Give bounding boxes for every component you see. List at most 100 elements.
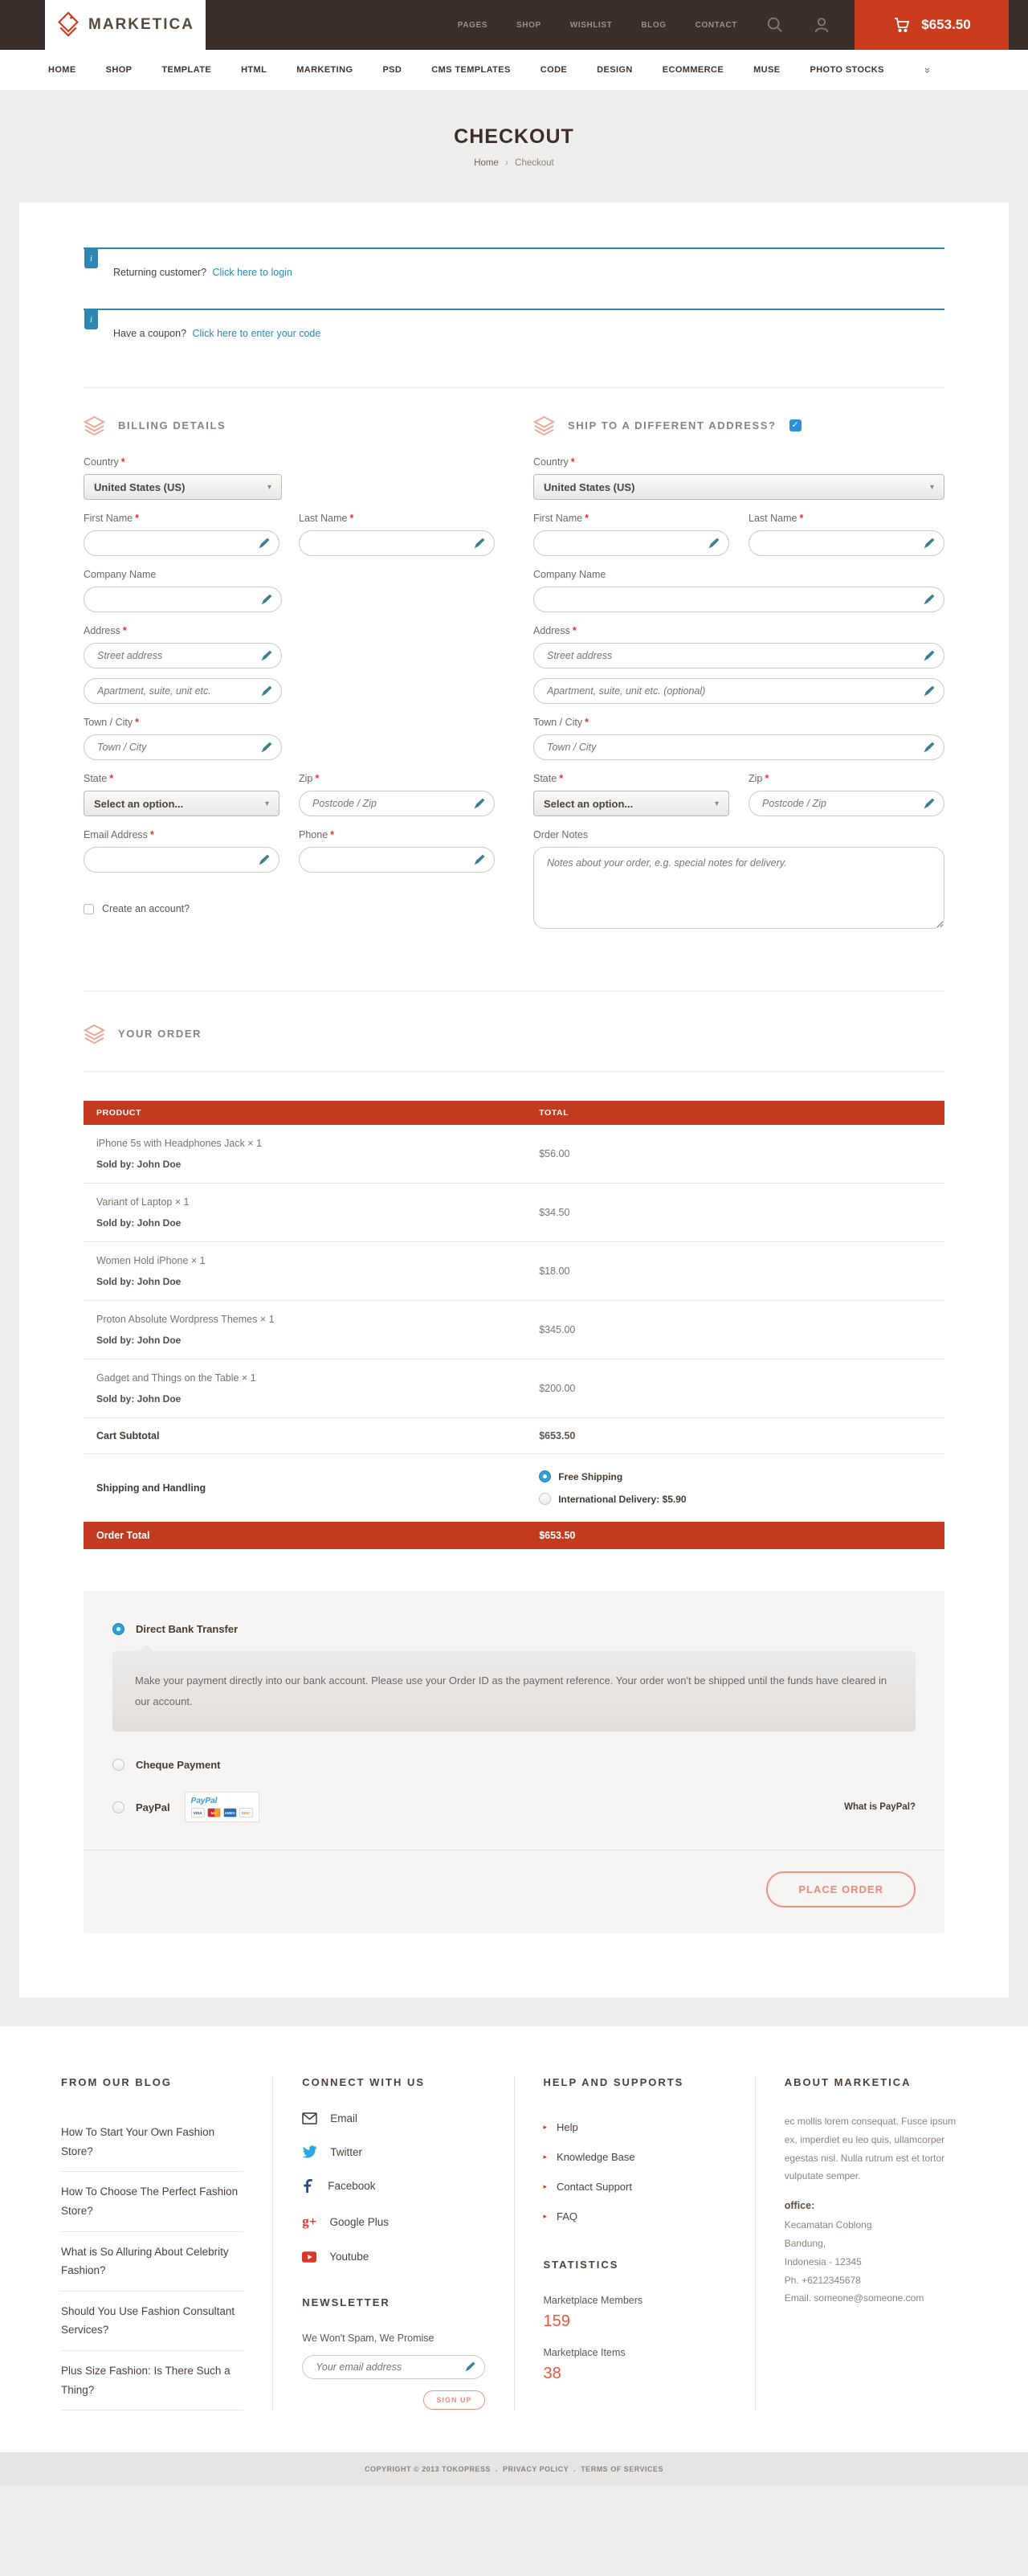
ship-different-heading: SHIP TO A DIFFERENT ADDRESS?: [568, 419, 777, 431]
shipping-last-name-input[interactable]: [749, 530, 944, 556]
main-nav-design[interactable]: DESIGN: [597, 65, 633, 75]
cart-button[interactable]: $653.50: [855, 0, 1009, 50]
shipping-country-select[interactable]: United States (US) ▾: [533, 474, 944, 500]
main-nav-marketing[interactable]: MARKETING: [296, 65, 353, 75]
social-googleplus-link[interactable]: g+ Google Plus: [302, 2214, 484, 2230]
stat-value: 159: [544, 2312, 726, 2331]
newsletter-email-input[interactable]: [302, 2355, 484, 2379]
main-nav-template[interactable]: TEMPLATE: [161, 65, 211, 75]
main-nav: HOME SHOP TEMPLATE HTML MARKETING PSD CM…: [0, 50, 1028, 90]
top-nav-contact[interactable]: CONTACT: [696, 21, 737, 30]
billing-phone-input[interactable]: [299, 847, 495, 873]
social-twitter-link[interactable]: Twitter: [302, 2145, 484, 2158]
pen-icon: [923, 537, 936, 550]
billing-apartment-input[interactable]: [84, 678, 282, 704]
what-is-paypal-link[interactable]: What is PayPal?: [844, 1802, 916, 1812]
main-nav-muse[interactable]: MUSE: [753, 65, 780, 75]
page-hero: CHECKOUT Home › Checkout: [0, 90, 1028, 202]
user-icon[interactable]: [813, 16, 830, 34]
main-nav-code[interactable]: CODE: [541, 65, 567, 75]
shipping-town-input[interactable]: [533, 734, 944, 760]
place-order-button[interactable]: PLACE ORDER: [766, 1871, 916, 1907]
main-nav-psd[interactable]: PSD: [382, 65, 402, 75]
product-name[interactable]: Women Hold iPhone × 1: [96, 1255, 539, 1266]
billing-column: BILLING DETAILS Country* United States (…: [84, 388, 495, 946]
product-name[interactable]: Gadget and Things on the Table × 1: [96, 1372, 539, 1384]
product-name[interactable]: iPhone 5s with Headphones Jack × 1: [96, 1138, 539, 1149]
main-nav-html[interactable]: HTML: [241, 65, 267, 75]
about-text: ec mollis lorem consequat. Fusce ipsum e…: [785, 2112, 967, 2186]
column-product: PRODUCT: [96, 1108, 539, 1118]
billing-company-input[interactable]: [84, 587, 282, 612]
help-link[interactable]: ▸Help: [544, 2112, 726, 2142]
main-nav-shop[interactable]: SHOP: [106, 65, 133, 75]
radio-icon[interactable]: [112, 1801, 124, 1813]
main-nav-home[interactable]: HOME: [48, 65, 76, 75]
payment-method-cheque[interactable]: Cheque Payment: [112, 1759, 916, 1771]
coupon-link[interactable]: Click here to enter your code: [193, 328, 321, 339]
breadcrumb-home[interactable]: Home: [474, 158, 499, 168]
payment-box: Direct Bank Transfer Make your payment d…: [84, 1591, 944, 1933]
billing-country-select[interactable]: United States (US) ▾: [84, 474, 282, 500]
top-nav-pages[interactable]: PAGES: [458, 21, 487, 30]
social-email-link[interactable]: Email: [302, 2112, 484, 2124]
blog-post-link[interactable]: Should You Use Fashion Consultant Servic…: [61, 2292, 243, 2351]
payment-method-bank[interactable]: Direct Bank Transfer: [112, 1623, 916, 1635]
order-table-header: PRODUCT TOTAL: [84, 1101, 944, 1125]
billing-first-name-input[interactable]: [84, 530, 279, 556]
login-link[interactable]: Click here to login: [213, 267, 292, 278]
shipping-option-international[interactable]: International Delivery: $5.90: [539, 1493, 932, 1505]
product-total: $56.00: [539, 1148, 932, 1159]
order-total-value: $653.50: [539, 1530, 932, 1541]
create-account-checkbox[interactable]: [84, 904, 94, 914]
logo[interactable]: MARKETICA: [45, 0, 206, 50]
table-row: Women Hold iPhone × 1Sold by: John Doe $…: [84, 1242, 944, 1301]
terms-link[interactable]: TERMS OF SERVICES: [581, 2465, 663, 2473]
product-name[interactable]: Variant of Laptop × 1: [96, 1196, 539, 1208]
shipping-first-name-input[interactable]: [533, 530, 729, 556]
shipping-option-free[interactable]: Free Shipping: [539, 1470, 932, 1482]
signup-button[interactable]: SIGN UP: [423, 2390, 484, 2410]
blog-post-link[interactable]: How To Choose The Perfect Fashion Store?: [61, 2172, 243, 2231]
order-notes-textarea[interactable]: [533, 847, 944, 929]
main-nav-ecommerce[interactable]: ECOMMERCE: [663, 65, 724, 75]
order-table: PRODUCT TOTAL iPhone 5s with Headphones …: [84, 1101, 944, 1549]
blog-post-link[interactable]: Plus Size Fashion: Is There Such a Thing…: [61, 2351, 243, 2410]
top-nav-wishlist[interactable]: WISHLIST: [570, 21, 613, 30]
social-youtube-link[interactable]: Youtube: [302, 2251, 484, 2263]
billing-street-input[interactable]: [84, 643, 282, 669]
help-link[interactable]: ▸FAQ: [544, 2202, 726, 2231]
chevron-down-icon[interactable]: »: [922, 67, 934, 72]
divider: [84, 1071, 944, 1072]
help-link[interactable]: ▸Knowledge Base: [544, 2142, 726, 2172]
top-nav-blog[interactable]: BLOG: [641, 21, 666, 30]
payment-method-paypal[interactable]: PayPal PayPal VISA MC AMEX DISC What is …: [112, 1792, 916, 1822]
shipping-street-input[interactable]: [533, 643, 944, 669]
billing-last-name-input[interactable]: [299, 530, 495, 556]
help-link[interactable]: ▸Contact Support: [544, 2172, 726, 2202]
blog-post-link[interactable]: How To Start Your Own Fashion Store?: [61, 2112, 243, 2172]
radio-icon[interactable]: [539, 1493, 551, 1505]
billing-zip-input[interactable]: [299, 791, 495, 816]
product-name[interactable]: Proton Absolute Wordpress Themes × 1: [96, 1314, 539, 1325]
shipping-state-select[interactable]: Select an option... ▾: [533, 791, 729, 816]
radio-checked-icon[interactable]: [112, 1623, 124, 1635]
shipping-zip-input[interactable]: [749, 791, 944, 816]
main-nav-photo-stocks[interactable]: PHOTO STOCKS: [810, 65, 883, 75]
address-line: Kecamatan Coblong: [785, 2216, 967, 2235]
main-nav-cms-templates[interactable]: CMS TEMPLATES: [431, 65, 511, 75]
radio-icon[interactable]: [112, 1759, 124, 1771]
top-nav-shop[interactable]: SHOP: [516, 21, 541, 30]
privacy-policy-link[interactable]: PRIVACY POLICY: [503, 2465, 569, 2473]
search-icon[interactable]: [766, 16, 784, 34]
blog-post-link[interactable]: What is So Alluring About Celebrity Fash…: [61, 2232, 243, 2292]
ship-different-checkbox[interactable]: ✓: [789, 419, 802, 431]
billing-town-input[interactable]: [84, 734, 282, 760]
social-facebook-link[interactable]: Facebook: [302, 2179, 484, 2193]
shipping-apartment-input[interactable]: [533, 678, 944, 704]
shipping-company-input[interactable]: [533, 587, 944, 612]
billing-state-select[interactable]: Select an option... ▾: [84, 791, 279, 816]
billing-email-input[interactable]: [84, 847, 279, 873]
top-header: MARKETICA PAGES SHOP WISHLIST BLOG CONTA…: [0, 0, 1028, 50]
radio-checked-icon[interactable]: [539, 1470, 551, 1482]
